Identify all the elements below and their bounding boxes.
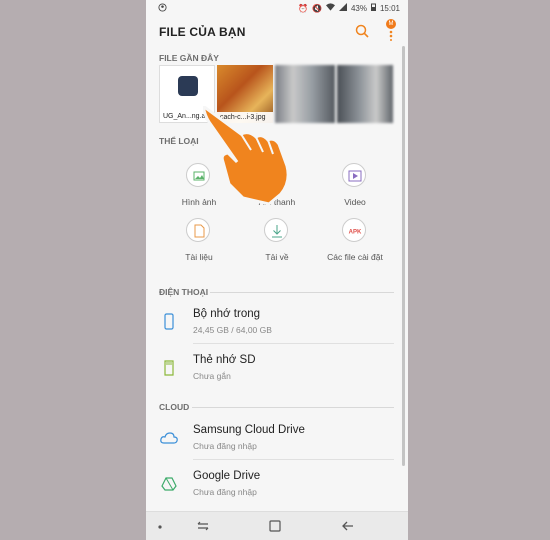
apk-thumbnail-icon	[178, 76, 198, 96]
wifi-icon	[325, 3, 335, 13]
samsung-cloud-icon	[159, 429, 178, 447]
notification-badge: M	[386, 19, 396, 29]
category-label: Video	[344, 197, 366, 207]
cloud-google-drive[interactable]: Google Drive Chưa đăng nhập	[146, 462, 408, 506]
phone-section-label: ĐIỆN THOẠI	[159, 287, 209, 297]
search-icon[interactable]	[355, 24, 369, 38]
sd-card-icon	[161, 359, 177, 377]
categories-section-label: THỂ LOẠI	[159, 136, 199, 146]
section-divider	[210, 292, 394, 293]
row-subtitle: 24,45 GB / 64,00 GB	[193, 325, 272, 335]
mute-icon: 🔇	[311, 3, 322, 13]
download-icon	[264, 218, 288, 242]
apk-icon: APK	[342, 218, 366, 242]
row-title: Thẻ nhớ SD	[193, 354, 256, 366]
recent-section-label: FILE GẦN ĐÂY	[159, 53, 219, 63]
recent-file-blurred[interactable]	[337, 65, 393, 123]
signal-icon	[338, 3, 347, 13]
section-divider	[192, 407, 394, 408]
row-subtitle: Chưa gắn	[193, 371, 231, 381]
row-subtitle: Chưa đăng nhập	[193, 441, 257, 451]
category-installers[interactable]: APK Các file cài đặt	[315, 218, 395, 268]
scrollbar[interactable]	[402, 46, 405, 466]
phone-screen: ⏰ 🔇 43% 15:01 FILE CỦA BẠN M FILE GẦN ĐÂ…	[146, 0, 408, 540]
google-drive-icon	[161, 475, 177, 493]
alarm-icon: ⏰	[298, 3, 308, 13]
clock: 15:01	[379, 3, 400, 13]
navigation-bar	[146, 511, 408, 540]
category-video[interactable]: Video	[315, 163, 395, 213]
battery-icon	[370, 3, 376, 13]
row-divider	[193, 459, 394, 460]
category-label: Tải về	[265, 252, 289, 262]
phone-storage-icon	[161, 313, 177, 331]
document-icon	[186, 218, 210, 242]
storage-sd-card[interactable]: Thẻ nhớ SD Chưa gắn	[146, 346, 408, 390]
category-label: Tài liệu	[185, 252, 213, 262]
category-label: Các file cài đặt	[327, 252, 383, 262]
category-downloads[interactable]: Tải về	[237, 218, 317, 268]
row-title: Samsung Cloud Drive	[193, 424, 305, 436]
category-documents[interactable]: Tài liệu	[159, 218, 239, 268]
app-bar: FILE CỦA BẠN M	[146, 16, 408, 48]
account-icon	[158, 3, 167, 14]
svg-text:APK: APK	[349, 230, 362, 236]
page-title: FILE CỦA BẠN	[159, 25, 246, 39]
back-icon[interactable]	[340, 518, 356, 534]
storage-internal[interactable]: Bộ nhớ trong 24,45 GB / 64,00 GB	[146, 300, 408, 344]
video-icon	[342, 163, 366, 187]
cloud-section-label: CLOUD	[159, 402, 190, 412]
home-icon[interactable]	[267, 518, 283, 534]
nav-dot-icon[interactable]	[157, 518, 173, 534]
row-title: Google Drive	[193, 470, 261, 482]
pointing-hand-icon	[200, 102, 305, 206]
recent-apps-icon[interactable]	[195, 518, 211, 534]
cloud-samsung-drive[interactable]: Samsung Cloud Drive Chưa đăng nhập	[146, 416, 408, 460]
row-divider	[193, 343, 394, 344]
status-bar: ⏰ 🔇 43% 15:01	[146, 0, 408, 16]
battery-percent: 43%	[350, 3, 367, 13]
row-title: Bộ nhớ trong	[193, 308, 261, 320]
row-subtitle: Chưa đăng nhập	[193, 487, 257, 497]
